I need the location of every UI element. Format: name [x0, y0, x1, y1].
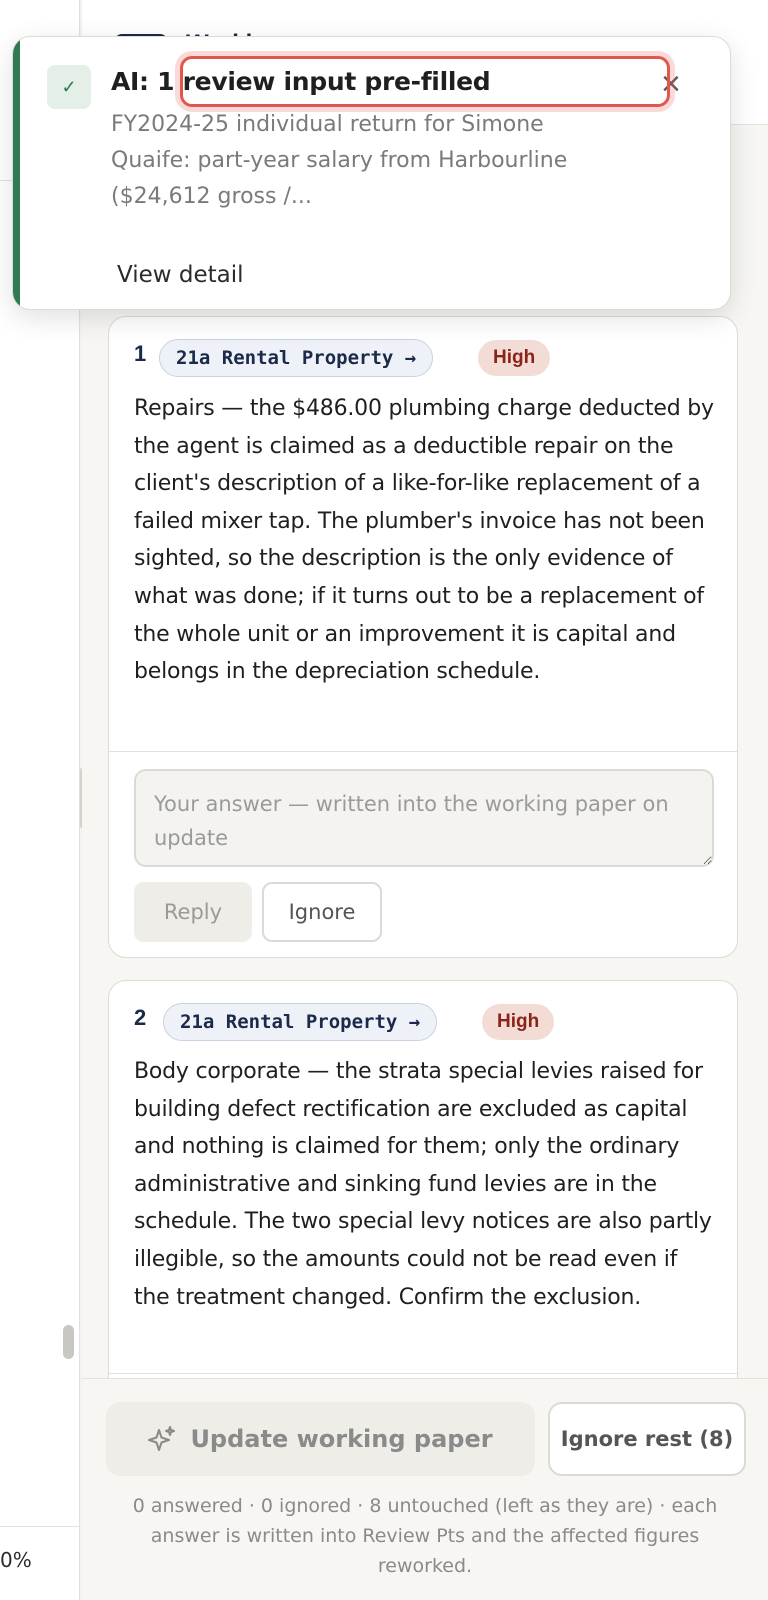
review-item-card: 1 21a Rental Property → High Repairs — t…: [108, 316, 738, 958]
ignore-button[interactable]: Ignore: [262, 882, 382, 942]
focus-highlight-ring: [180, 56, 670, 107]
check-icon: ✓: [47, 65, 91, 109]
toast-body: FY2024-25 individual return for Simone Q…: [111, 112, 568, 209]
review-item-text: Repairs — the $486.00 plumbing charge de…: [134, 396, 714, 685]
card-divider: [109, 1373, 737, 1374]
left-pane-value: 0%: [0, 1548, 32, 1572]
review-item-card: 2 21a Rental Property → High Body corpor…: [108, 980, 738, 1400]
sparkle-icon: [148, 1425, 176, 1453]
priority-badge: High: [482, 1004, 555, 1040]
review-summary: 0 answered · 0 ignored · 8 untouched (le…: [132, 1495, 718, 1577]
review-footer: Update working paper Ignore rest (8) 0 a…: [82, 1378, 768, 1600]
view-detail-button[interactable]: View detail: [117, 262, 244, 288]
toast-accent-bar: [13, 37, 20, 309]
review-item-text: Body corporate — the strata special levi…: [134, 1059, 712, 1310]
section-link-tag[interactable]: 21a Rental Property →: [163, 1003, 438, 1041]
answer-input[interactable]: [134, 769, 714, 867]
priority-badge: High: [478, 340, 551, 376]
review-item-number: 2: [134, 1005, 147, 1030]
ignore-rest-button[interactable]: Ignore rest (8): [548, 1402, 746, 1476]
card-divider: [109, 751, 737, 752]
update-working-paper-label: Update working paper: [190, 1425, 493, 1453]
update-working-paper-button[interactable]: Update working paper: [106, 1402, 535, 1476]
left-pane-divider: [0, 1526, 80, 1527]
left-scrollbar-thumb[interactable]: [63, 1325, 74, 1359]
section-link-tag[interactable]: 21a Rental Property →: [159, 339, 434, 377]
reply-button[interactable]: Reply: [134, 882, 252, 942]
review-item-number: 1: [134, 341, 147, 366]
